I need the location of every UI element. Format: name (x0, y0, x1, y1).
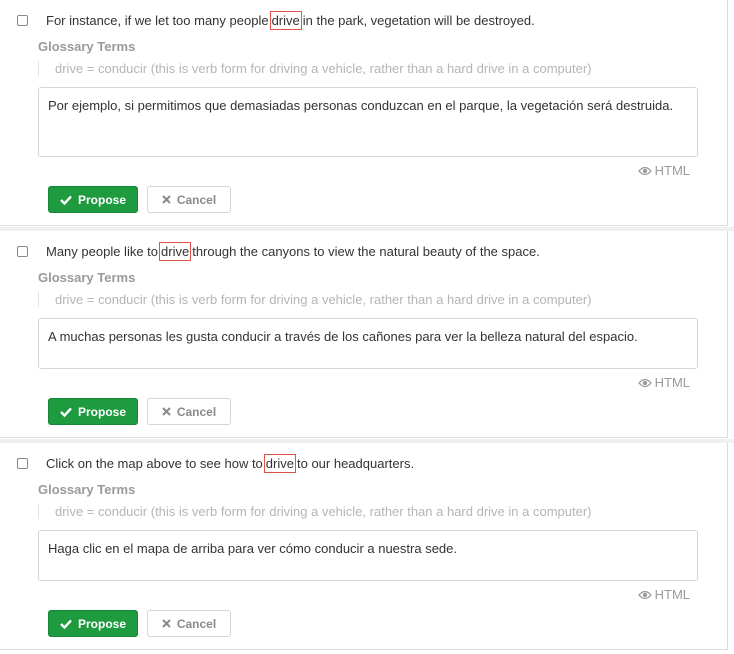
propose-button[interactable]: Propose (48, 610, 138, 637)
check-icon (60, 619, 72, 629)
glossary-heading: Glossary Terms (38, 39, 136, 54)
eye-icon (637, 166, 652, 175)
cancel-label: Cancel (176, 192, 217, 207)
source-text-before: Click on the map above to see how to (46, 456, 263, 471)
segment-checkbox[interactable] (17, 15, 28, 26)
source-text-before: Many people like to (46, 244, 159, 259)
html-label: HTML (654, 587, 690, 602)
html-toggle[interactable]: HTML (637, 375, 690, 390)
propose-button[interactable]: Propose (48, 398, 138, 425)
segment-checkbox[interactable] (17, 458, 28, 469)
close-icon (162, 407, 171, 416)
segment-checkbox[interactable] (17, 246, 28, 257)
source-sentence: Many people like to drive through the ca… (17, 242, 540, 261)
glossary-entry: drive = conducir (this is verb form for … (38, 292, 592, 307)
translation-input[interactable]: Haga clic en el mapa de arriba para ver … (38, 530, 698, 581)
segment-card: Many people like to drive through the ca… (0, 231, 728, 438)
propose-label: Propose (77, 404, 126, 419)
cancel-label: Cancel (176, 404, 217, 419)
eye-icon (637, 590, 652, 599)
glossary-entry: drive = conducir (this is verb form for … (38, 504, 592, 519)
cancel-button[interactable]: Cancel (147, 186, 231, 213)
glossary-term-highlight[interactable]: drive (263, 454, 296, 473)
propose-label: Propose (77, 616, 126, 631)
propose-button[interactable]: Propose (48, 186, 138, 213)
source-text-after: to our headquarters. (296, 456, 415, 471)
glossary-heading: Glossary Terms (38, 270, 136, 285)
close-icon (162, 619, 171, 628)
translation-input[interactable]: Por ejemplo, si permitimos que demasiada… (38, 87, 698, 157)
html-toggle[interactable]: HTML (637, 587, 690, 602)
cancel-label: Cancel (176, 616, 217, 631)
cancel-button[interactable]: Cancel (147, 610, 231, 637)
glossary-heading: Glossary Terms (38, 482, 136, 497)
check-icon (60, 407, 72, 417)
source-text-before: For instance, if we let too many people (46, 13, 269, 28)
propose-label: Propose (77, 192, 126, 207)
source-sentence: For instance, if we let too many people … (17, 11, 535, 30)
html-toggle[interactable]: HTML (637, 163, 690, 178)
source-sentence: Click on the map above to see how to dri… (17, 454, 414, 473)
cancel-button[interactable]: Cancel (147, 398, 231, 425)
source-text-after: in the park, vegetation will be destroye… (302, 13, 535, 28)
html-label: HTML (654, 163, 690, 178)
html-label: HTML (654, 375, 690, 390)
segment-card: For instance, if we let too many people … (0, 0, 728, 226)
glossary-entry: drive = conducir (this is verb form for … (38, 61, 592, 76)
source-text-after: through the canyons to view the natural … (192, 244, 540, 259)
segment-card: Click on the map above to see how to dri… (0, 443, 728, 650)
eye-icon (637, 378, 652, 387)
translation-input[interactable]: A muchas personas les gusta conducir a t… (38, 318, 698, 369)
glossary-term-highlight[interactable]: drive (159, 242, 192, 261)
close-icon (162, 195, 171, 204)
check-icon (60, 195, 72, 205)
glossary-term-highlight[interactable]: drive (269, 11, 302, 30)
